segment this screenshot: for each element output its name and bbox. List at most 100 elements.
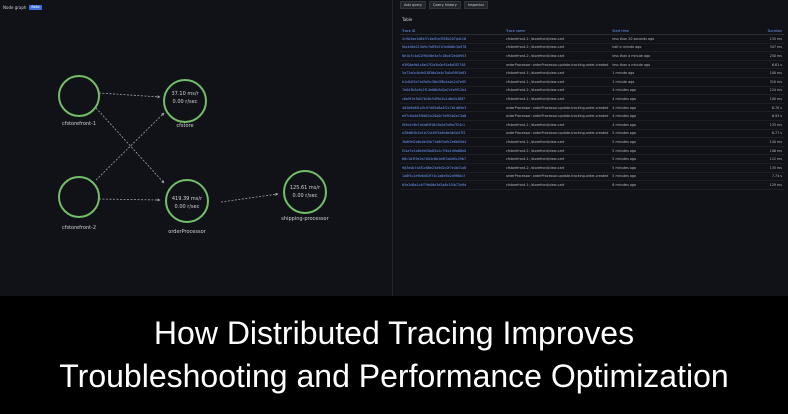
- table-row[interactable]: 9d3e0b7a4f1c86e25a9d2c0f7e4b31a8 cfstoref…: [400, 163, 784, 173]
- trace-name-cell: cfstorefront-2: /storefront/view-cart: [504, 163, 611, 173]
- table-row[interactable]: 7e0d3b5a9c2f14e86b3d0a7c5e9f12b4 cfstoref…: [400, 86, 784, 96]
- node-latency: 125.61 ms/r: [290, 185, 321, 191]
- node-shipping-processor[interactable]: 125.61 ms/r 0.00 r/sec shipping-processo…: [281, 170, 330, 222]
- table-row[interactable]: 0f5e2c9b7d4a63f18c5b0e3d9a7f24c1 cfstoref…: [400, 120, 784, 130]
- trace-id-link[interactable]: c6a9f1e3d07b28c54f9e2b1d6a3c80f7: [400, 94, 504, 104]
- node-rate: 0.00 r/sec: [175, 204, 200, 210]
- trace-name-cell: orderProcessor: orderProcessor-update-tr…: [504, 103, 611, 113]
- table-row[interactable]: 5a72e0c4b9d18f36a2e4c7b0d5f91e83 cfstoref…: [400, 68, 784, 78]
- duration-cell: 135 ms: [724, 163, 784, 173]
- start-time-cell: 5 minutes ago: [610, 146, 725, 156]
- trace-id-link[interactable]: b5e2d8a1c4f79b06e3d5a8c1f4b72e9d: [400, 180, 504, 190]
- col-trace-id[interactable]: Trace ID: [400, 27, 504, 35]
- node-label: cfstore: [176, 123, 193, 129]
- table-body: 2c9b3ae1d64f7c0a91e3f58b207d4c16 cfstoref…: [400, 34, 784, 190]
- trace-name-cell: cfstorefront-1: /storefront/view-cart: [504, 154, 611, 164]
- table-row[interactable]: 4d2b8e6f1a3c97d05e8a4f2c7b1d69e3 orderPro…: [400, 103, 784, 113]
- col-duration[interactable]: Duration: [724, 27, 784, 35]
- table-row[interactable]: a38d6f0c5e1b72d49f3a8c6e0b5d47f2 orderPro…: [400, 129, 784, 139]
- col-start-time[interactable]: Start time: [610, 27, 725, 35]
- node-cfstorefront-1[interactable]: cfstorefront-1: [58, 75, 100, 127]
- node-cfstorefront-2[interactable]: cfstorefront-2: [58, 176, 100, 231]
- start-time-cell: 6 minutes ago: [610, 180, 725, 190]
- start-time-cell: 5 minutes ago: [610, 154, 725, 164]
- node-label: cfstorefront-2: [62, 225, 96, 231]
- trace-id-link[interactable]: 68c1b3f9e2a7d04c6b1e8f3a0d5c29b7: [400, 154, 504, 164]
- node-latency: 419.39 ms/r: [172, 196, 203, 202]
- table-row[interactable]: e97c0a4d3f6b51e28a0c7d9f4b2e13a6 orderPro…: [400, 111, 784, 121]
- node-rate: 0.00 r/sec: [293, 193, 318, 199]
- trace-id-link[interactable]: f0a4d6e213b9c7a85e21f4d0b6c3a978: [400, 43, 504, 53]
- table-row[interactable]: f24a7e1c6b9d30a85e2c7f4b1d9a68e0 cfstoref…: [400, 146, 784, 156]
- add-query-button[interactable]: Add query: [400, 1, 426, 9]
- duration-cell: 135 ms: [724, 34, 784, 44]
- trace-name-cell: cfstorefront-1: /storefront/view-cart: [504, 120, 611, 130]
- trace-name-cell: cfstorefront-2: /storefront/view-cart: [504, 86, 611, 96]
- duration-cell: 100 ms: [724, 68, 784, 78]
- trace-name-cell: cfstorefront-2: /storefront/view-cart: [504, 51, 611, 61]
- trace-name-cell: orderProcessor: orderProcessor-update-tr…: [504, 111, 611, 121]
- table-row[interactable]: f0a4d6e213b9c7a85e21f4d0b6c3a978 cfstoref…: [400, 43, 784, 53]
- trace-id-link[interactable]: 2c9b3ae1d64f7c0a91e3f58b207d4c16: [400, 34, 504, 44]
- trace-id-link[interactable]: b1c84f2e7a09d5c36e1f8b4a0c2d7e95: [400, 77, 504, 87]
- trace-id-link[interactable]: 5a72e0c4b9d18f36a2e4c7b0d5f91e83: [400, 68, 504, 78]
- duration-cell: 310 ms: [724, 77, 784, 87]
- table-row[interactable]: 1a8f5c2e9b6d03f74c1a8e5b2d9f60c3 orderPro…: [400, 172, 784, 182]
- duration-cell: 250 ms: [724, 51, 784, 61]
- duration-cell: 6.70 s: [724, 103, 784, 113]
- service-map: cfstorefront-1 cfstorefront-2 37.10 ms/r…: [58, 75, 330, 235]
- start-time-cell: 4 minutes ago: [610, 94, 725, 104]
- edge-fe2-order: [98, 198, 161, 202]
- trace-id-link[interactable]: 3b6f9d2a8c0e45b71d6f3a9c2e8b05d4: [400, 137, 504, 147]
- trace-name-cell: orderProcessor: orderProcessor-update-tr…: [504, 60, 611, 70]
- table-row[interactable]: 2c9b3ae1d64f7c0a91e3f58b207d4c16 cfstoref…: [400, 34, 784, 44]
- table-row[interactable]: d3f06a9b1c8e47f2a5b0c91e6d3f2748 orderPro…: [400, 60, 784, 70]
- trace-id-link[interactable]: f24a7e1c6b9d30a85e2c7f4b1d9a68e0: [400, 146, 504, 156]
- start-time-cell: 5 minutes ago: [610, 172, 725, 182]
- node-latency: 37.10 ms/r: [171, 91, 199, 97]
- trace-id-link[interactable]: e97c0a4d3f6b51e28a0c7d9f4b2e13a6: [400, 111, 504, 121]
- node-label: orderProcessor: [168, 229, 206, 235]
- duration-cell: 6.93 s: [724, 111, 784, 121]
- start-time-cell: less than 20 seconds ago: [610, 34, 725, 44]
- trace-id-link[interactable]: 8e1b7c4a02f9d36e5a7c18b4f2e0d953: [400, 51, 504, 61]
- duration-cell: 7.74 s: [724, 172, 784, 182]
- query-toolbar: Add query Query history Inspector: [400, 1, 489, 9]
- start-time-cell: 5 minutes ago: [610, 137, 725, 147]
- edge-fe1-store: [98, 92, 161, 99]
- trace-id-link[interactable]: 9d3e0b7a4f1c86e25a9d2c0f7e4b31a8: [400, 163, 504, 173]
- query-history-button[interactable]: Query history: [429, 1, 461, 9]
- trace-id-link[interactable]: 1a8f5c2e9b6d03f74c1a8e5b2d9f60c3: [400, 172, 504, 182]
- start-time-cell: 4 minutes ago: [610, 103, 725, 113]
- trace-name-cell: cfstorefront-1: /storefront/view-cart: [504, 180, 611, 190]
- banner-title-line-2: Troubleshooting and Performance Optimiza…: [59, 358, 729, 394]
- start-time-cell: less than a minute ago: [610, 51, 725, 61]
- table-row[interactable]: 8e1b7c4a02f9d36e5a7c18b4f2e0d953 cfstoref…: [400, 51, 784, 61]
- duration-cell: 140 ms: [724, 137, 784, 147]
- node-cfstore[interactable]: 37.10 ms/r 0.00 r/sec cfstore: [163, 79, 207, 129]
- banner-title-line-1: How Distributed Tracing Improves: [153, 315, 635, 351]
- trace-id-link[interactable]: 7e0d3b5a9c2f14e86b3d0a7c5e9f12b4: [400, 86, 504, 96]
- edge-fe1-order: [95, 107, 165, 184]
- trace-id-link[interactable]: 0f5e2c9b7d4a63f18c5b0e3d9a7f24c1: [400, 120, 504, 130]
- col-trace-name[interactable]: Trace name: [504, 27, 611, 35]
- trace-name-cell: cfstorefront-2: /storefront/view-cart: [504, 146, 611, 156]
- table-row[interactable]: 68c1b3f9e2a7d04c6b1e8f3a0d5c29b7 cfstoref…: [400, 154, 784, 164]
- duration-cell: 112 ms: [724, 154, 784, 164]
- trace-name-cell: orderProcessor: orderProcessor-update-tr…: [504, 172, 611, 182]
- table-row[interactable]: b5e2d8a1c4f79b06e3d5a8c1f4b72e9d cfstoref…: [400, 180, 784, 190]
- trace-name-cell: cfstorefront-1: /storefront/view-cart: [504, 94, 611, 104]
- duration-cell: 100 ms: [724, 94, 784, 104]
- trace-name-cell: cfstorefront-2: /storefront/view-cart: [504, 43, 611, 53]
- trace-name-cell: cfstorefront-1: /storefront/view-cart: [504, 137, 611, 147]
- inspector-button[interactable]: Inspector: [463, 1, 489, 9]
- trace-id-link[interactable]: a38d6f0c5e1b72d49f3a8c6e0b5d47f2: [400, 129, 504, 139]
- table-row[interactable]: 3b6f9d2a8c0e45b71d6f3a9c2e8b05d4 cfstoref…: [400, 137, 784, 147]
- table-row[interactable]: b1c84f2e7a09d5c36e1f8b4a0c2d7e95 cfstoref…: [400, 77, 784, 87]
- node-orderprocessor[interactable]: 419.39 ms/r 0.00 r/sec orderProcessor: [165, 179, 209, 235]
- table-row[interactable]: c6a9f1e3d07b28c54f9e2b1d6a3c80f7 cfstoref…: [400, 94, 784, 104]
- trace-id-link[interactable]: d3f06a9b1c8e47f2a5b0c91e6d3f2748: [400, 60, 504, 70]
- title-banner: How Distributed Tracing Improves Trouble…: [0, 296, 788, 414]
- trace-id-link[interactable]: 4d2b8e6f1a3c97d05e8a4f2c7b1d69e3: [400, 103, 504, 113]
- table-title: Table: [402, 17, 413, 22]
